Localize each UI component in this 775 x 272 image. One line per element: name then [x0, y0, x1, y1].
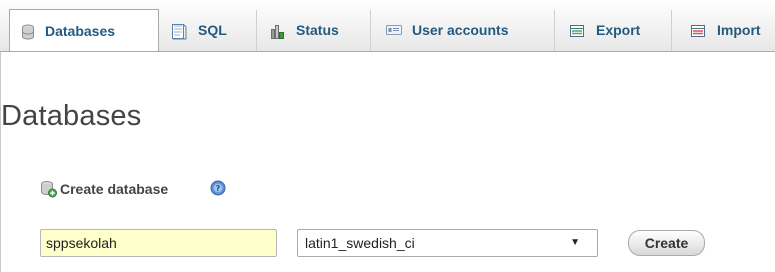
create-database-heading: Create database ?	[41, 180, 226, 198]
tab-user-accounts[interactable]: User accounts	[371, 10, 555, 51]
dropdown-arrow-icon: ▼	[570, 237, 580, 248]
tab-label: Import	[717, 22, 761, 38]
tab-label: User accounts	[412, 22, 509, 38]
tab-export[interactable]: Export	[555, 10, 672, 51]
tab-label: Status	[296, 22, 339, 38]
page-title: Databases	[1, 100, 142, 132]
svg-text:?: ?	[216, 184, 221, 193]
tab-label: Databases	[45, 23, 116, 39]
status-icon	[270, 23, 286, 43]
tab-label: SQL	[198, 22, 227, 38]
export-icon	[569, 23, 586, 42]
database-icon	[21, 24, 35, 43]
tab-databases[interactable]: Databases	[9, 9, 159, 51]
collation-select[interactable]: latin1_swedish_ci ▼	[297, 229, 598, 257]
create-button[interactable]: Create	[628, 230, 705, 256]
help-icon[interactable]: ?	[210, 180, 226, 199]
collation-selected-value: latin1_swedish_ci	[305, 235, 415, 251]
top-menu-tabs: Databases SQL Status User accounts Expor…	[0, 0, 775, 52]
sql-icon	[170, 23, 188, 43]
import-icon	[690, 23, 707, 42]
tab-status[interactable]: Status	[257, 10, 371, 51]
tab-import[interactable]: Import	[672, 10, 775, 51]
tab-label: Export	[596, 22, 641, 38]
tab-sql[interactable]: SQL	[159, 10, 257, 51]
database-name-input[interactable]	[40, 229, 277, 257]
create-database-icon	[40, 180, 58, 201]
create-database-label: Create database	[60, 181, 169, 197]
user-accounts-icon	[386, 23, 402, 39]
